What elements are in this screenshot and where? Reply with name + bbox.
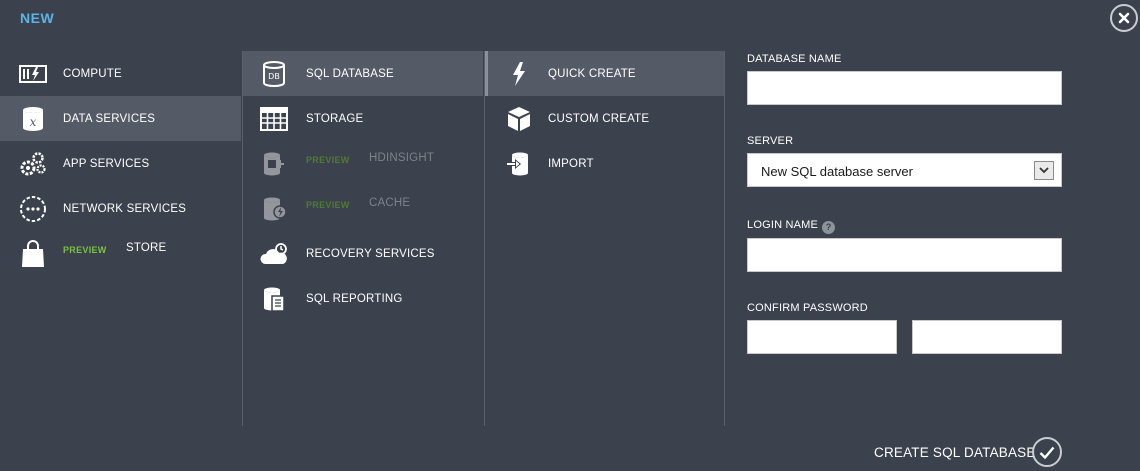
cloud-icon	[260, 240, 288, 268]
preview-badge: PREVIEW	[306, 200, 350, 210]
method-label: CUSTOM CREATE	[548, 112, 650, 125]
create-sql-database-button[interactable]	[1032, 437, 1062, 467]
gears-icon	[19, 150, 47, 178]
service-label: CACHE	[369, 197, 411, 209]
database-db-icon: DB	[260, 60, 288, 88]
close-button[interactable]	[1110, 4, 1138, 32]
database-name-label: DATABASE NAME	[747, 53, 842, 65]
category-label: STORE	[126, 242, 167, 254]
service-label: SQL DATABASE	[306, 67, 394, 80]
category-app-services[interactable]: APP SERVICES	[0, 141, 241, 186]
database-name-input[interactable]	[747, 71, 1062, 105]
dialog-title: NEW	[20, 10, 55, 26]
svg-text:x: x	[30, 115, 37, 129]
method-label: IMPORT	[548, 157, 594, 170]
login-name-label: LOGIN NAME	[747, 219, 819, 231]
category-network-services[interactable]: NETWORK SERVICES	[0, 186, 241, 231]
close-icon	[1118, 12, 1130, 24]
hdinsight-icon	[260, 150, 288, 178]
service-list: DB SQL DATABASE STORAGE HDINSIGHT PREVIE	[242, 51, 483, 426]
method-import[interactable]: IMPORT	[485, 141, 724, 186]
confirm-password-input[interactable]	[912, 320, 1062, 354]
cache-icon	[260, 195, 288, 223]
server-select-value: New SQL database server	[761, 164, 913, 179]
method-quick-create[interactable]: QUICK CREATE	[485, 51, 724, 96]
create-method-list: QUICK CREATE CUSTOM CREATE IMPORT	[484, 51, 725, 426]
category-label: NETWORK SERVICES	[63, 202, 187, 215]
lightning-icon	[505, 60, 533, 88]
category-label: APP SERVICES	[63, 157, 150, 170]
data-services-icon: x	[19, 105, 47, 133]
service-label: RECOVERY SERVICES	[306, 247, 435, 260]
method-custom-create[interactable]: CUSTOM CREATE	[485, 96, 724, 141]
network-icon	[19, 195, 47, 223]
service-storage[interactable]: STORAGE	[243, 96, 483, 141]
service-label: SQL REPORTING	[306, 292, 403, 305]
shopping-bag-icon	[19, 240, 47, 268]
import-icon	[505, 150, 533, 178]
storage-table-icon	[260, 105, 288, 133]
create-sql-database-label[interactable]: CREATE SQL DATABASE	[874, 445, 1036, 460]
category-store[interactable]: STORE PREVIEW	[0, 231, 241, 276]
confirm-password-label: CONFIRM PASSWORD	[747, 302, 868, 314]
service-recovery-services[interactable]: RECOVERY SERVICES	[243, 231, 483, 276]
server-select[interactable]: New SQL database server	[747, 153, 1062, 187]
service-label: STORAGE	[306, 112, 364, 125]
category-data-services[interactable]: x DATA SERVICES	[0, 96, 241, 141]
server-label: SERVER	[747, 135, 794, 147]
box-icon	[505, 105, 533, 133]
help-icon[interactable]: ?	[822, 220, 836, 234]
service-hdinsight[interactable]: HDINSIGHT PREVIEW	[243, 141, 483, 186]
service-label: HDINSIGHT	[369, 152, 435, 164]
preview-badge: PREVIEW	[306, 155, 350, 165]
preview-badge: PREVIEW	[63, 245, 107, 255]
report-icon	[260, 285, 288, 313]
svg-text:DB: DB	[268, 72, 280, 81]
service-cache[interactable]: CACHE PREVIEW	[243, 186, 483, 231]
login-name-label-row: LOGIN NAME?	[747, 219, 836, 234]
service-sql-database[interactable]: DB SQL DATABASE	[243, 51, 483, 96]
method-label: QUICK CREATE	[548, 67, 636, 80]
chevron-down-icon	[1039, 167, 1049, 174]
dropdown-button[interactable]	[1034, 161, 1054, 180]
category-label: COMPUTE	[63, 67, 122, 80]
login-name-input[interactable]	[747, 238, 1062, 272]
password-input[interactable]	[747, 320, 897, 354]
compute-icon	[19, 60, 47, 88]
category-compute[interactable]: COMPUTE	[0, 51, 241, 96]
service-sql-reporting[interactable]: SQL REPORTING	[243, 276, 483, 321]
checkmark-icon	[1039, 446, 1055, 459]
category-label: DATA SERVICES	[63, 112, 156, 125]
category-list: COMPUTE x DATA SERVICES APP SERVICES NET…	[0, 51, 241, 276]
